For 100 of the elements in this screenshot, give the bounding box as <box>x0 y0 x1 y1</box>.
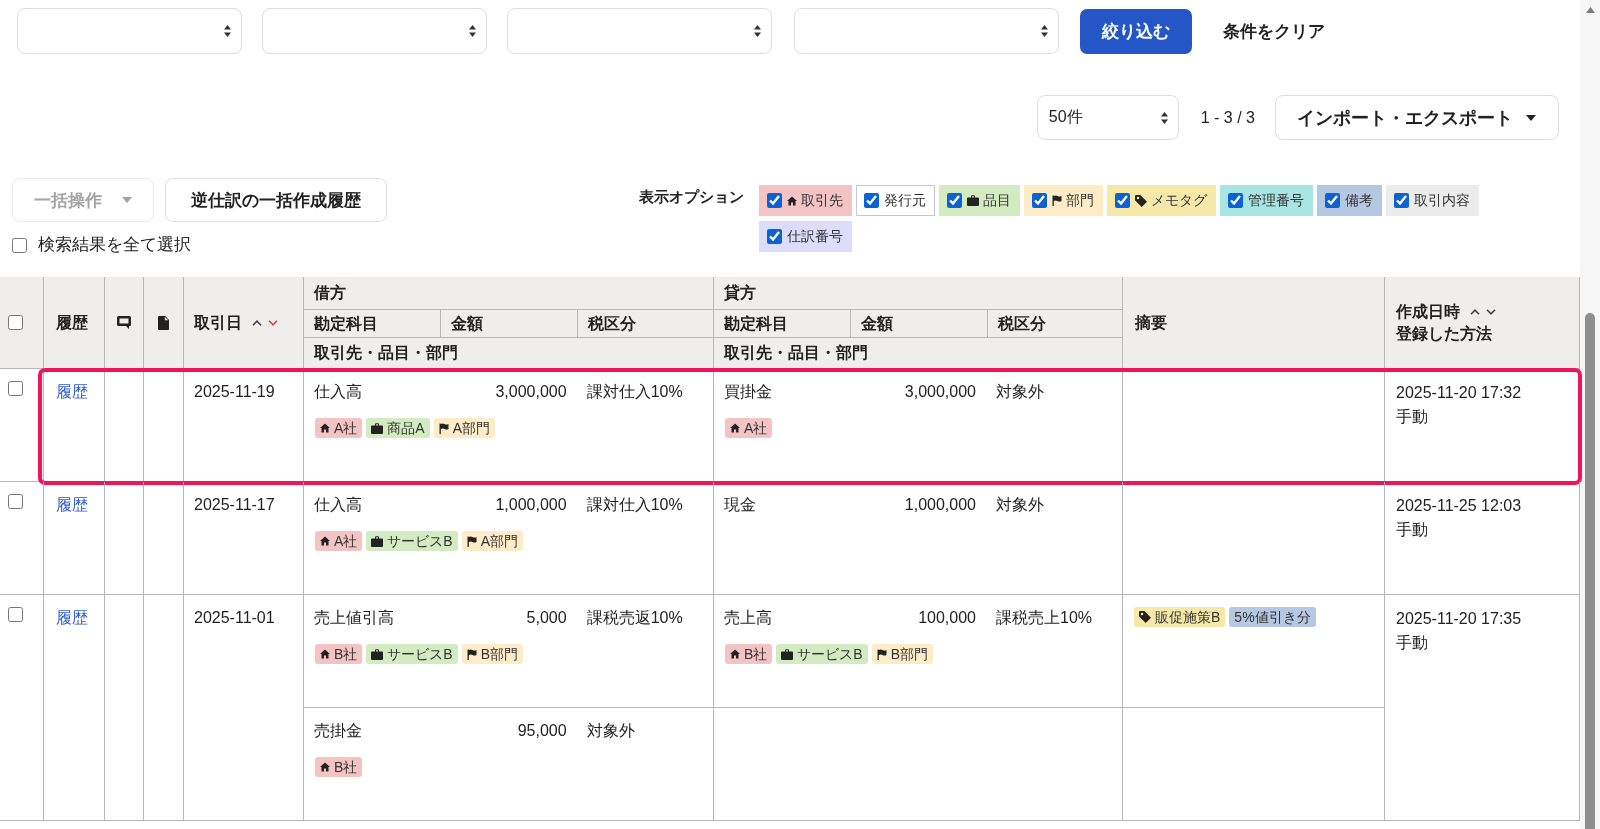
tag-label: B社 <box>334 645 358 664</box>
column-header: 税区分 <box>998 313 1046 334</box>
sort-down-icon[interactable] <box>1486 308 1496 315</box>
display-option-chip[interactable]: 部門 <box>1024 185 1103 216</box>
apply-filter-button[interactable]: 絞り込む <box>1080 8 1192 54</box>
checkbox[interactable] <box>864 193 879 208</box>
tax-category: 課税売返10% <box>586 608 683 628</box>
briefcase-icon <box>967 195 979 206</box>
vertical-scrollbar[interactable] <box>1580 0 1600 829</box>
document-icon <box>158 315 169 330</box>
tag-label: A部門 <box>480 532 519 551</box>
select-all-label[interactable]: 検索結果を全て選択 <box>38 234 191 256</box>
registration-method: 手動 <box>1396 633 1428 653</box>
updown-arrow-icon <box>754 25 761 37</box>
column-header: 税区分 <box>588 313 636 334</box>
sort-down-icon[interactable] <box>268 319 278 326</box>
display-option-chip[interactable]: 取引内容 <box>1386 185 1479 216</box>
flag-icon <box>466 535 477 547</box>
column-header: 貸方 <box>724 283 756 303</box>
reverse-entry-history-button[interactable]: 逆仕訳の一括作成履歴 <box>165 178 387 222</box>
tag-label: 5%値引き分 <box>1234 608 1311 627</box>
flag-icon <box>466 648 477 660</box>
briefcase-icon <box>781 648 794 660</box>
checkbox[interactable] <box>1394 193 1409 208</box>
amount: 95,000 <box>517 721 567 741</box>
home-icon <box>320 762 330 772</box>
account-name: 仕入高 <box>314 382 362 402</box>
tag-label: 商品A <box>387 419 425 438</box>
column-header: 取引先・品目・部門 <box>724 343 868 363</box>
import-export-button[interactable]: インポート・エクスポート <box>1275 95 1559 140</box>
tag-label: B社 <box>334 758 358 777</box>
flag-icon <box>876 648 887 660</box>
checkbox[interactable] <box>8 381 23 396</box>
column-header: 借方 <box>314 283 346 303</box>
briefcase-icon <box>371 535 384 547</box>
briefcase-icon <box>371 422 384 434</box>
display-option-chip[interactable]: 仕訳番号 <box>759 221 852 252</box>
tag-icon <box>1135 194 1147 207</box>
transaction-date: 2025-11-19 <box>194 383 275 400</box>
checkbox[interactable] <box>1032 193 1047 208</box>
sort-up-icon[interactable] <box>1470 308 1480 315</box>
transaction-date: 2025-11-17 <box>194 496 275 513</box>
checkbox[interactable] <box>1228 193 1243 208</box>
display-option-chip[interactable]: 管理番号 <box>1220 185 1313 216</box>
column-header: 勘定科目 <box>724 313 788 334</box>
checkbox[interactable] <box>1115 193 1130 208</box>
column-header: 摘要 <box>1135 312 1167 333</box>
account-name: 売上値引高 <box>314 608 394 628</box>
column-header: 取引日 <box>194 312 242 333</box>
checkbox[interactable] <box>767 229 782 244</box>
amount: 3,000,000 <box>495 382 567 402</box>
checkbox[interactable] <box>8 315 23 330</box>
tag-label: A社 <box>744 419 768 438</box>
updown-arrow-icon <box>1041 25 1048 37</box>
display-option-chip[interactable]: 品目 <box>939 185 1020 216</box>
history-link[interactable]: 履歴 <box>56 609 88 626</box>
tag-label: A社 <box>334 419 358 438</box>
tax-category: 対象外 <box>996 495 1044 515</box>
checkbox[interactable] <box>767 193 782 208</box>
column-header: 取引先・品目・部門 <box>314 343 458 363</box>
display-option-chip[interactable]: メモタグ <box>1107 185 1216 216</box>
sort-up-icon[interactable] <box>252 319 262 326</box>
updown-arrow-icon <box>1160 111 1168 124</box>
tax-category: 課税売上10% <box>996 608 1093 628</box>
home-icon <box>320 423 330 433</box>
flag-icon <box>438 422 449 434</box>
checkbox[interactable] <box>947 193 962 208</box>
tax-category: 対象外 <box>996 382 1044 402</box>
history-link[interactable]: 履歴 <box>56 496 88 513</box>
column-header: 登録した方法 <box>1396 323 1492 344</box>
account-name: 売掛金 <box>314 721 362 741</box>
tag-label: A社 <box>334 532 358 551</box>
checkbox[interactable] <box>12 237 27 253</box>
column-header: 金額 <box>861 313 893 334</box>
registration-method: 手動 <box>1396 520 1428 540</box>
history-link[interactable]: 履歴 <box>56 383 88 400</box>
column-header: 履歴 <box>56 312 88 333</box>
display-option-chip[interactable]: 取引先 <box>759 185 852 216</box>
flag-icon <box>1052 195 1062 206</box>
display-option-chip[interactable]: 発行元 <box>856 185 935 216</box>
transaction-date: 2025-11-01 <box>194 609 275 626</box>
tag-label: サービスB <box>387 532 453 551</box>
amount: 1,000,000 <box>904 495 976 515</box>
tag-label: B部門 <box>480 645 519 664</box>
comment-icon <box>117 316 131 329</box>
tag-label: A部門 <box>452 419 491 438</box>
created-datetime: 2025-11-20 17:32 <box>1396 383 1522 403</box>
clear-conditions-link[interactable]: 条件をクリア <box>1223 19 1325 43</box>
checkbox[interactable] <box>8 494 23 509</box>
display-option-chip[interactable]: 備考 <box>1317 185 1382 216</box>
checkbox[interactable] <box>8 607 23 622</box>
scroll-up-arrow-icon[interactable] <box>1585 7 1595 13</box>
amount: 3,000,000 <box>904 382 976 402</box>
per-page-dropdown[interactable]: 50件 <box>1036 95 1179 140</box>
display-options-label: 表示オプション <box>639 187 744 207</box>
account-name: 売上高 <box>724 608 772 628</box>
created-datetime: 2025-11-20 17:35 <box>1396 609 1522 629</box>
tax-category: 課対仕入10% <box>586 382 683 402</box>
scrollbar-thumb[interactable] <box>1585 313 1595 829</box>
checkbox[interactable] <box>1325 193 1340 208</box>
